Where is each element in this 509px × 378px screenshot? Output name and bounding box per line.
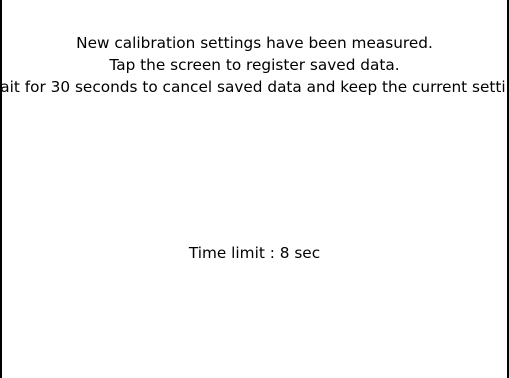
time-limit-value: 8	[279, 244, 290, 262]
time-limit-unit: sec	[294, 244, 321, 262]
time-limit-display: Time limit : 8 sec	[189, 243, 320, 263]
left-border	[0, 0, 2, 378]
time-limit-label: Time limit	[188, 244, 265, 262]
message-line-wait-to-cancel: Wait for 30 seconds to cancel saved data…	[0, 78, 509, 96]
calibration-screen[interactable]: New calibration settings have been measu…	[0, 0, 509, 378]
message-line-tap-to-register: Tap the screen to register saved data.	[109, 56, 400, 74]
message-line-measured: New calibration settings have been measu…	[76, 34, 433, 52]
time-limit-separator: :	[264, 244, 280, 262]
